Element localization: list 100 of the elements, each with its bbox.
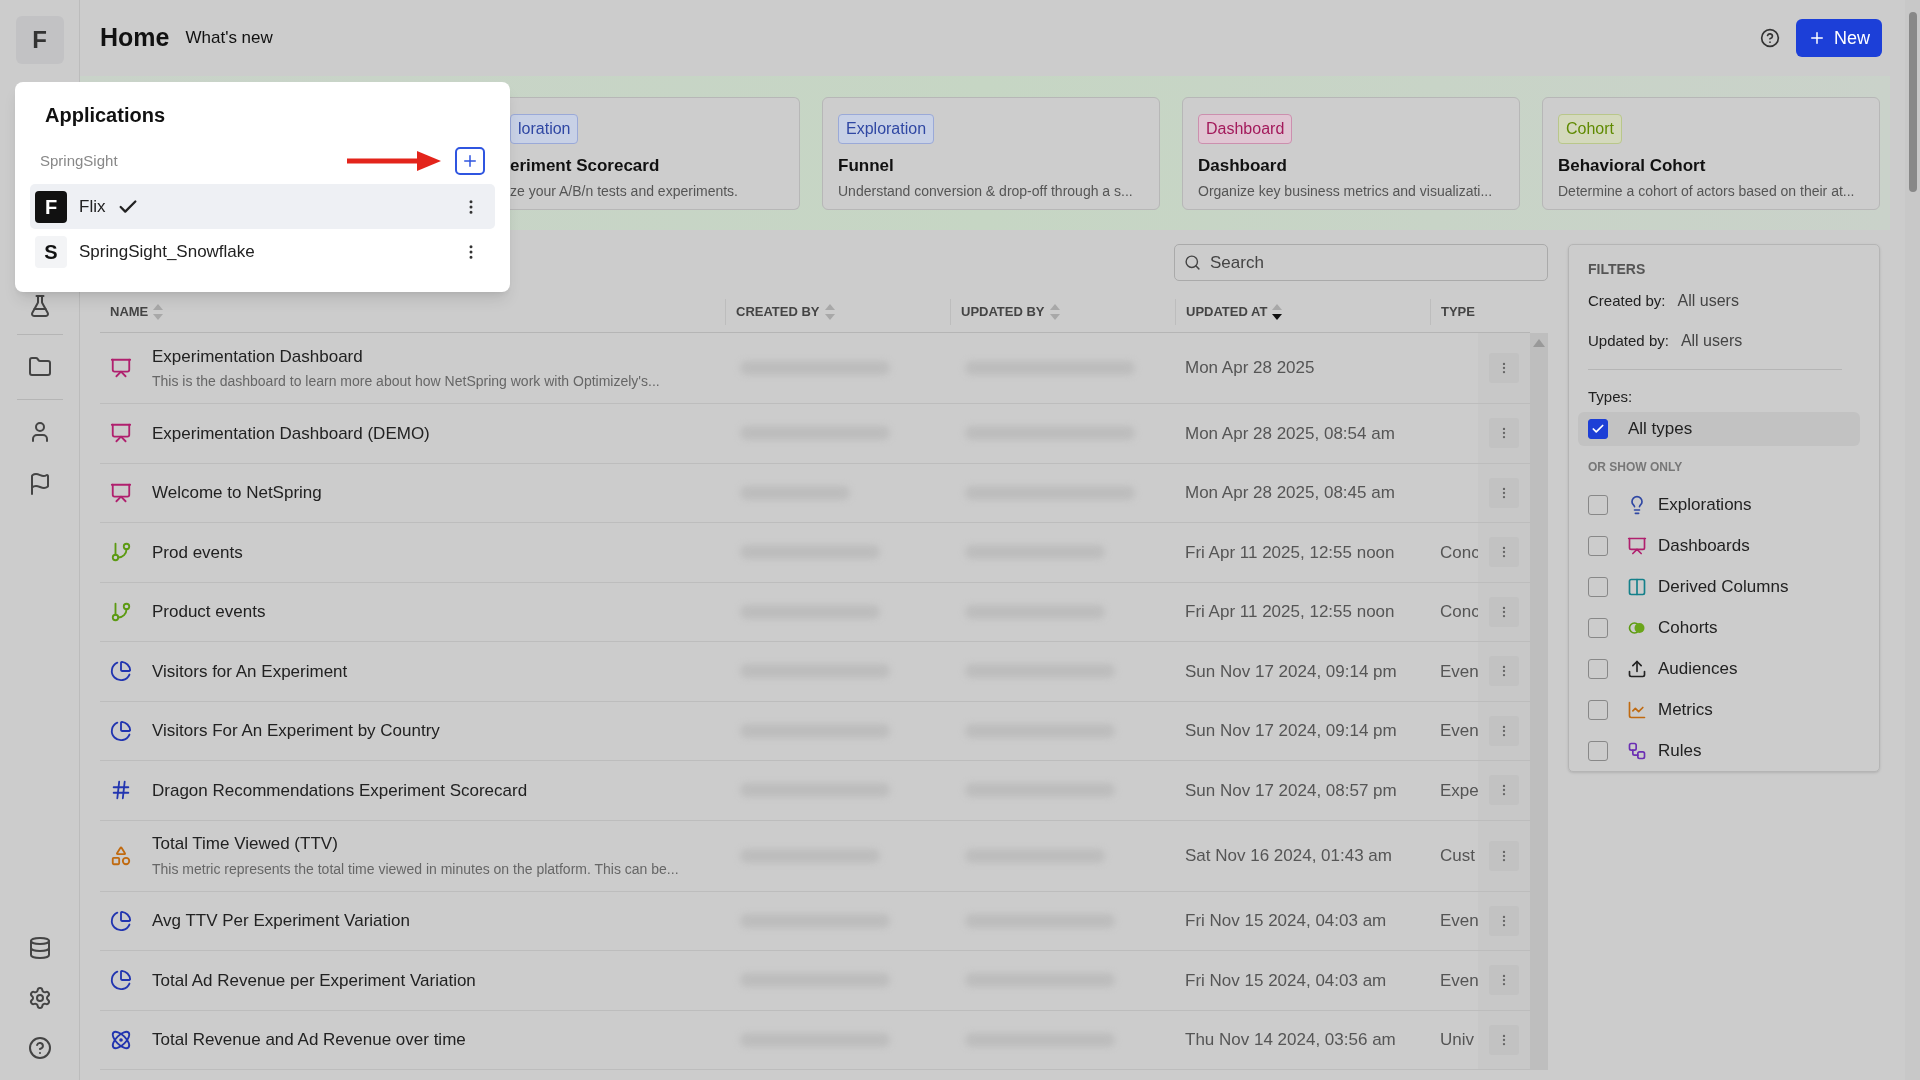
settings-icon[interactable] — [27, 986, 52, 1010]
plus-icon — [1808, 29, 1826, 47]
scroll-up-icon[interactable] — [1533, 339, 1545, 347]
upload-icon — [1627, 658, 1647, 679]
template-card[interactable]: Dashboard Dashboard Organize key business metrics and visualizati... — [1182, 96, 1520, 210]
checkbox[interactable] — [1588, 494, 1608, 515]
application-item[interactable]: S SpringSight_Snowflake — [30, 229, 495, 274]
item-type: Even — [1440, 970, 1478, 990]
filter-option-label[interactable]: Dashboards — [1658, 532, 1750, 559]
more-button[interactable] — [1489, 715, 1519, 746]
app-avatar: F — [35, 190, 67, 223]
column-header[interactable]: NAME — [110, 301, 149, 322]
item-name[interactable]: Visitors For An Experiment by Country — [152, 718, 440, 744]
checkbox[interactable] — [1588, 740, 1608, 761]
checkbox[interactable] — [1588, 617, 1608, 638]
more-button[interactable] — [1489, 1024, 1519, 1055]
search-field[interactable]: Search — [1174, 244, 1548, 281]
filter-option-label[interactable]: Audiences — [1658, 655, 1738, 682]
popover-title: Applications — [45, 103, 166, 128]
help-icon[interactable] — [1760, 28, 1780, 48]
checkbox[interactable] — [1588, 576, 1608, 597]
card-title: Dashboard — [1198, 154, 1288, 177]
filter-option-label[interactable]: Metrics — [1658, 696, 1713, 723]
checkbox[interactable] — [1588, 658, 1608, 679]
sort-descending-icon[interactable] — [1271, 302, 1284, 321]
sort-icon[interactable] — [152, 302, 165, 321]
template-card[interactable]: Cohort Behavioral Cohort Determine a cohort of actors based on their at... — [1542, 96, 1880, 210]
item-type: Univ — [1440, 1030, 1474, 1049]
category-tag: Exploration — [838, 113, 935, 144]
whats-new-link[interactable]: What's new — [185, 25, 273, 51]
more-button[interactable] — [1489, 905, 1519, 936]
updated-at: Mon Apr 28 2025, 08:45 am — [1185, 483, 1395, 502]
scrollbar[interactable] — [1530, 333, 1548, 1070]
updated-at: Sun Nov 17 2024, 09:14 pm — [1185, 661, 1397, 681]
group-label: SpringSight — [40, 150, 118, 171]
checkbox[interactable] — [1588, 699, 1608, 720]
atom-icon — [110, 1028, 132, 1051]
more-button[interactable] — [1489, 656, 1519, 687]
shapes-icon — [110, 844, 132, 867]
column-header[interactable]: TYPE — [1441, 301, 1475, 322]
filter-option-label[interactable]: Explorations — [1658, 491, 1752, 518]
more-button[interactable] — [1489, 840, 1519, 871]
column-header[interactable]: UPDATED AT — [1186, 301, 1268, 322]
application-item[interactable]: F Flix — [30, 184, 495, 229]
filter-option-label[interactable]: Cohorts — [1658, 614, 1718, 641]
item-name[interactable]: Experimentation Dashboard (DEMO) — [152, 420, 430, 446]
item-name[interactable]: Experimentation Dashboard — [152, 343, 660, 370]
filter-value[interactable]: All users — [1677, 289, 1739, 313]
filter-option-label[interactable]: Derived Columns — [1658, 573, 1789, 600]
column-header[interactable]: UPDATED BY — [961, 301, 1045, 322]
page-scrollbar[interactable] — [1905, 0, 1920, 1080]
more-button[interactable] — [1489, 596, 1519, 627]
card-title: eriment Scorecard — [510, 154, 661, 177]
template-card[interactable]: Exploration Funnel Understand conversion & drop-off through a s... — [822, 96, 1160, 210]
filter-option-label[interactable]: Rules — [1658, 737, 1702, 764]
checkbox[interactable] — [1588, 535, 1608, 556]
folder-icon[interactable] — [27, 355, 52, 379]
item-name[interactable]: Welcome to NetSpring — [152, 480, 322, 506]
pie-chart-icon — [110, 909, 132, 932]
more-button[interactable] — [1489, 775, 1519, 806]
column-icon — [1627, 576, 1647, 597]
branch-icon — [110, 541, 132, 564]
new-button[interactable]: New — [1796, 19, 1882, 57]
card-description: ze your A/B/n tests and experiments. — [510, 182, 739, 201]
item-name[interactable]: Product events — [152, 599, 266, 625]
more-button[interactable] — [1489, 965, 1519, 996]
item-description: This metric represents the total time viewed in minutes on the platform. This can be... — [152, 859, 679, 879]
more-button[interactable] — [1489, 477, 1519, 508]
pie-chart-icon — [110, 660, 132, 683]
item-name[interactable]: Total Ad Revenue per Experiment Variation — [152, 967, 476, 993]
item-name[interactable]: Visitors for An Experiment — [152, 658, 348, 684]
filter-option[interactable]: All types — [1578, 412, 1860, 446]
flow-icon — [1627, 740, 1647, 761]
branch-icon — [110, 600, 132, 623]
dashboard-icon — [110, 422, 132, 445]
plus-icon — [461, 152, 479, 170]
item-name[interactable]: Total Revenue and Ad Revenue over time — [152, 1027, 466, 1053]
sort-icon[interactable] — [1048, 302, 1061, 321]
item-type: Cust — [1440, 845, 1475, 865]
item-name[interactable]: Dragon Recommendations Experiment Scorecard — [152, 777, 528, 803]
item-type: Even — [1440, 661, 1478, 681]
item-description: This is the dashboard to learn more about how NetSpring work with Optimizely's... — [152, 372, 660, 392]
item-name[interactable]: Avg TTV Per Experiment Variation — [152, 908, 410, 934]
item-name[interactable]: Prod events — [152, 539, 243, 565]
sort-icon[interactable] — [823, 302, 836, 321]
more-button[interactable] — [1489, 537, 1519, 568]
database-icon[interactable] — [27, 936, 52, 960]
category-tag: loration — [510, 113, 579, 144]
help-icon[interactable] — [27, 1036, 52, 1060]
updated-at: Fri Nov 15 2024, 04:03 am — [1185, 911, 1387, 930]
column-header[interactable]: CREATED BY — [736, 301, 820, 322]
filter-value[interactable]: All users — [1680, 329, 1743, 353]
more-button[interactable] — [1489, 418, 1519, 449]
item-type: Even — [1440, 911, 1478, 930]
template-card[interactable]: loration eriment Scorecard ze your A/B/n tests and experiments. — [510, 96, 800, 210]
checkbox[interactable] — [1588, 419, 1608, 440]
app-logo[interactable]: F — [15, 16, 64, 64]
item-name[interactable]: Total Time Viewed (TTV) — [152, 831, 679, 857]
add-button[interactable] — [455, 147, 485, 175]
card-description: Determine a cohort of actors based on their at... — [1558, 182, 1856, 201]
